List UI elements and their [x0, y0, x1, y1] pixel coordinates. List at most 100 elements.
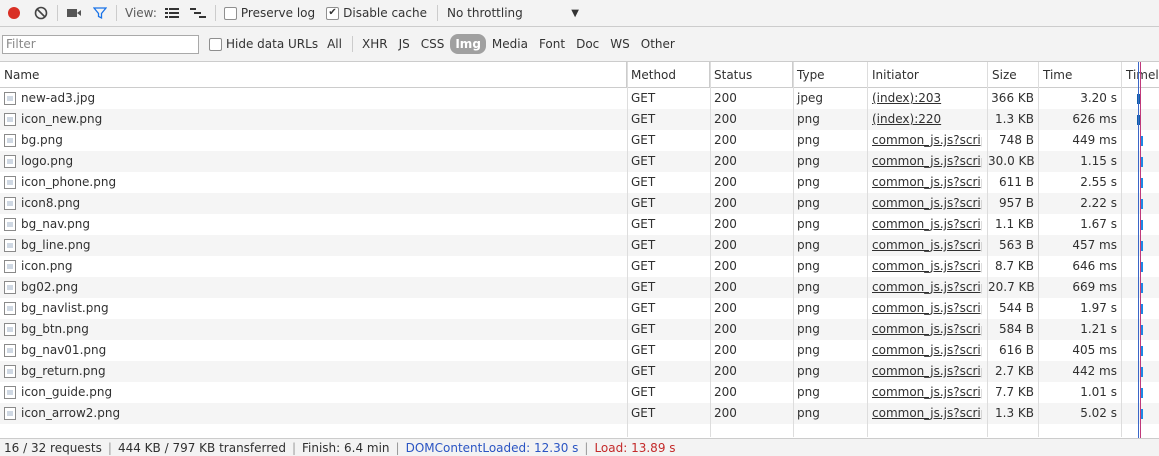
type-filter-media[interactable]: Media	[487, 34, 533, 54]
request-row[interactable]: bg_line.png GET 200 png common_js.js?scrip..…	[0, 235, 1159, 256]
request-row[interactable]: icon_new.png GET 200 png (index):220 1.3 KB 62…	[0, 109, 1159, 130]
request-initiator-cell[interactable]: common_js.js?scrip...	[868, 277, 982, 298]
request-row[interactable]: bg_return.png GET 200 png common_js.js?scrip…	[0, 361, 1159, 382]
request-type-cell: png	[797, 364, 820, 378]
type-filter-js[interactable]: JS	[394, 34, 415, 54]
request-name-cell[interactable]: icon_phone.png	[0, 172, 627, 193]
request-row[interactable]: bg02.png GET 200 png common_js.js?scrip... 20…	[0, 277, 1159, 298]
column-header-method[interactable]: Method	[627, 62, 710, 88]
request-name-cell[interactable]: icon.png	[0, 256, 627, 277]
request-size-cell: 957 B	[999, 196, 1034, 210]
request-name-cell[interactable]: bg_return.png	[0, 361, 627, 382]
request-initiator-cell[interactable]: (index):203	[868, 88, 982, 109]
request-initiator-cell[interactable]: common_js.js?scrip...	[868, 382, 982, 403]
request-name-cell[interactable]: icon_new.png	[0, 109, 627, 130]
type-filter-img[interactable]: Img	[450, 34, 486, 54]
request-name-cell[interactable]: bg_navlist.png	[0, 298, 627, 319]
type-filter-other[interactable]: Other	[636, 34, 680, 54]
request-method-cell: GET	[631, 154, 656, 168]
type-filter-font[interactable]: Font	[534, 34, 570, 54]
request-time-cell: 457 ms	[1072, 238, 1117, 252]
column-header-time[interactable]: Time	[1039, 62, 1122, 88]
request-name-cell[interactable]: bg_btn.png	[0, 319, 627, 340]
column-header-type[interactable]: Type	[793, 62, 868, 88]
request-method-cell: GET	[631, 322, 656, 336]
request-row[interactable]: new-ad3.jpg GET 200 jpeg (index):203 366 KB 3.…	[0, 88, 1159, 109]
request-initiator-cell[interactable]: common_js.js?scrip...	[868, 235, 982, 256]
request-initiator-cell[interactable]: common_js.js?scrip...	[868, 172, 982, 193]
request-row[interactable]: icon_phone.png GET 200 png common_js.js?scri…	[0, 172, 1159, 193]
request-name-cell[interactable]: bg.png	[0, 130, 627, 151]
request-row[interactable]: icon8.png GET 200 png common_js.js?scrip... 9…	[0, 193, 1159, 214]
request-initiator-cell[interactable]: common_js.js?scrip...	[868, 214, 982, 235]
request-status-cell: 200	[714, 91, 737, 105]
preserve-log-label: Preserve log	[240, 6, 316, 20]
request-initiator-cell[interactable]: common_js.js?scrip...	[868, 340, 982, 361]
request-initiator-cell[interactable]: common_js.js?scrip...	[868, 361, 982, 382]
request-row[interactable]: icon.png GET 200 png common_js.js?scrip... 8.…	[0, 256, 1159, 277]
request-row[interactable]: bg_nav.png GET 200 png common_js.js?scrip...…	[0, 214, 1159, 235]
request-size-cell: 366 KB	[991, 91, 1034, 105]
throttling-select[interactable]: No throttling ▼	[443, 6, 583, 20]
large-rows-view-button[interactable]	[161, 2, 183, 24]
column-header-status[interactable]: Status	[710, 62, 793, 88]
preserve-log-box[interactable]	[223, 6, 237, 20]
hide-data-urls-box[interactable]	[209, 37, 222, 51]
overview-view-button[interactable]	[187, 2, 209, 24]
request-name-cell[interactable]: bg_nav01.png	[0, 340, 627, 361]
image-file-icon	[4, 323, 16, 336]
request-row[interactable]: icon_guide.png GET 200 png common_js.js?scri…	[0, 382, 1159, 403]
hide-data-urls-checkbox[interactable]: Hide data URLs	[209, 37, 318, 51]
request-name-cell[interactable]: icon_guide.png	[0, 382, 627, 403]
request-row[interactable]: bg_navlist.png GET 200 png common_js.js?scri…	[0, 298, 1159, 319]
request-row[interactable]: bg_nav01.png GET 200 png common_js.js?scrip.…	[0, 340, 1159, 361]
request-name: bg02.png	[21, 280, 79, 294]
type-filter-all[interactable]: All	[322, 34, 347, 54]
request-name-cell[interactable]: bg_line.png	[0, 235, 627, 256]
disable-cache-checkbox[interactable]: ✔ Disable cache	[326, 6, 427, 20]
type-filter-ws[interactable]: WS	[605, 34, 634, 54]
request-method-cell: GET	[631, 364, 656, 378]
request-name-cell[interactable]: icon_arrow2.png	[0, 403, 627, 424]
type-filter-xhr[interactable]: XHR	[357, 34, 393, 54]
column-header-name[interactable]: Name	[0, 62, 627, 88]
request-initiator-cell[interactable]: common_js.js?scrip...	[868, 193, 982, 214]
disable-cache-box[interactable]: ✔	[326, 6, 340, 20]
camera-icon	[67, 9, 81, 17]
request-initiator-cell[interactable]: common_js.js?scrip...	[868, 298, 982, 319]
request-row[interactable]: logo.png GET 200 png common_js.js?scrip... 30…	[0, 151, 1159, 172]
request-method-cell: GET	[631, 385, 656, 399]
request-initiator-cell[interactable]: common_js.js?scrip...	[868, 151, 982, 172]
request-initiator-cell[interactable]: common_js.js?scrip...	[868, 403, 982, 424]
type-filter-doc[interactable]: Doc	[571, 34, 604, 54]
request-row[interactable]: bg.png GET 200 png common_js.js?scrip... 748 …	[0, 130, 1159, 151]
request-initiator-cell[interactable]: common_js.js?scrip...	[868, 319, 982, 340]
chevron-down-icon: ▼	[571, 7, 579, 19]
column-divider	[793, 62, 794, 437]
request-initiator-cell[interactable]: common_js.js?scrip...	[868, 256, 982, 277]
filter-input[interactable]	[2, 34, 199, 54]
column-header-size[interactable]: Size	[988, 62, 1039, 88]
request-name: new-ad3.jpg	[21, 91, 96, 105]
request-row[interactable]: bg_btn.png GET 200 png common_js.js?scrip...…	[0, 319, 1159, 340]
clear-button[interactable]	[30, 2, 52, 24]
screenshot-button[interactable]	[63, 2, 85, 24]
request-name-cell[interactable]: new-ad3.jpg	[0, 88, 627, 109]
request-initiator-cell[interactable]: common_js.js?scrip...	[868, 130, 982, 151]
finish-time: Finish: 6.4 min	[301, 440, 390, 455]
filter-toggle-button[interactable]	[89, 2, 111, 24]
request-type-cell: png	[797, 196, 820, 210]
record-button[interactable]	[3, 2, 25, 24]
request-time-cell: 3.20 s	[1080, 91, 1117, 105]
request-initiator-cell[interactable]: (index):220	[868, 109, 982, 130]
column-header-initiator[interactable]: Initiator	[868, 62, 988, 88]
preserve-log-checkbox[interactable]: Preserve log	[223, 6, 316, 20]
request-method-cell: GET	[631, 91, 656, 105]
request-type-cell: png	[797, 301, 820, 315]
request-name-cell[interactable]: bg_nav.png	[0, 214, 627, 235]
type-filter-css[interactable]: CSS	[416, 34, 450, 54]
request-row[interactable]: icon_arrow2.png GET 200 png common_js.js?scr…	[0, 403, 1159, 424]
request-name-cell[interactable]: icon8.png	[0, 193, 627, 214]
request-name-cell[interactable]: bg02.png	[0, 277, 627, 298]
request-name-cell[interactable]: logo.png	[0, 151, 627, 172]
